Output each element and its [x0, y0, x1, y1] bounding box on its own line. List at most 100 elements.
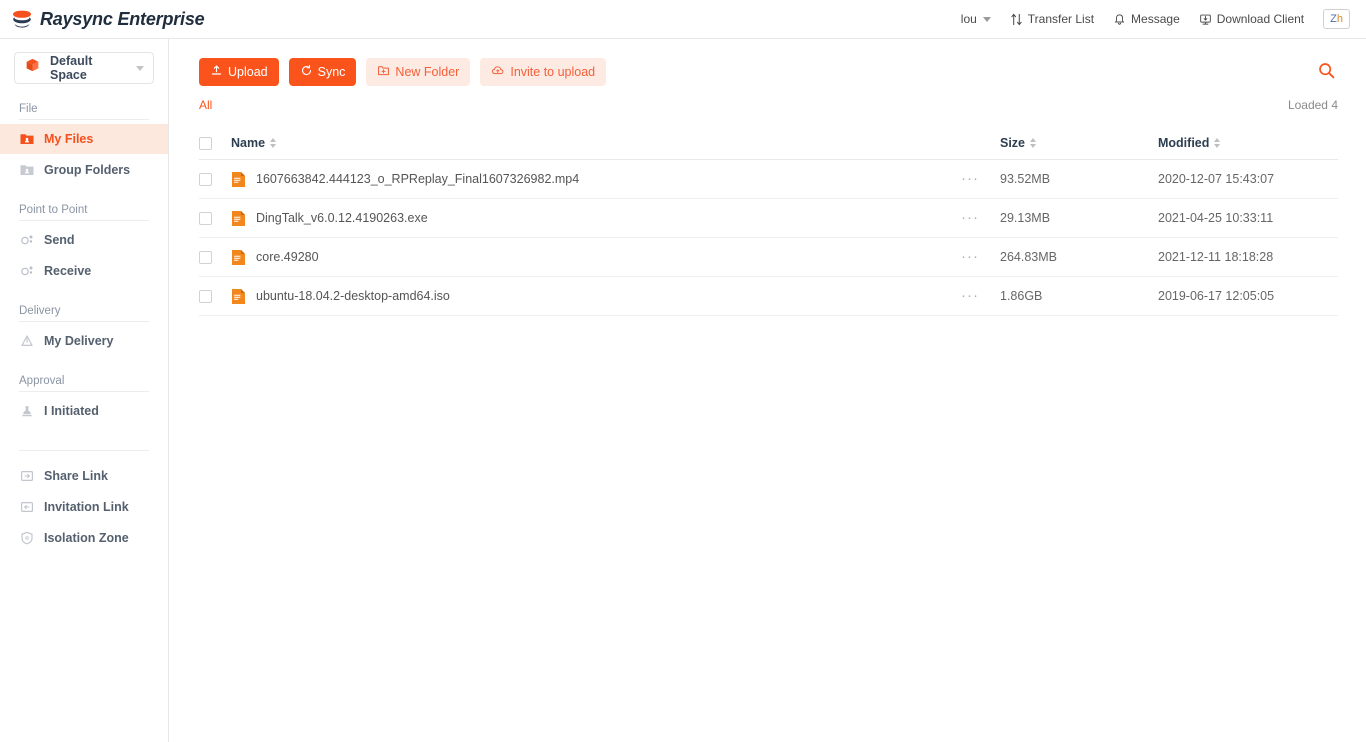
chevron-down-icon	[136, 65, 144, 71]
share-link-icon	[19, 468, 35, 484]
sidebar-item-my-files[interactable]: My Files	[0, 124, 168, 154]
delivery-icon	[19, 333, 35, 349]
file-name[interactable]: ubuntu-18.04.2-desktop-amd64.iso	[256, 289, 450, 303]
breadcrumb-root[interactable]: All	[199, 98, 212, 112]
sidebar-item-label: I Initiated	[44, 404, 99, 418]
loaded-count-label: Loaded 4	[1287, 98, 1338, 112]
row-modified-cell: 2021-12-11 18:18:28	[1158, 248, 1338, 266]
file-name[interactable]: core.49280	[256, 250, 319, 264]
sync-button[interactable]: Sync	[288, 58, 357, 86]
brand: Raysync Enterprise	[10, 7, 205, 31]
file-doc-icon	[231, 210, 246, 227]
main-content: Upload Sync New Folder Invite to upload …	[169, 39, 1366, 742]
file-name[interactable]: 1607663842.444123_o_RPReplay_Final160732…	[256, 172, 579, 186]
message-label: Message	[1131, 12, 1180, 26]
row-more-menu-icon[interactable]: ···	[961, 288, 979, 303]
sidebar-group-rule	[19, 321, 149, 322]
row-modified-cell: 2021-04-25 10:33:11	[1158, 209, 1338, 227]
sidebar: Default Space File My Files Group Folder…	[0, 39, 169, 742]
transfer-list-button[interactable]: Transfer List	[1010, 12, 1094, 26]
file-doc-icon	[231, 249, 246, 266]
sidebar-group-label-delivery: Delivery	[19, 305, 61, 317]
sidebar-item-label: My Files	[44, 132, 94, 146]
column-header-modified[interactable]: Modified	[1158, 136, 1338, 150]
row-actions-cell: ···	[940, 171, 1000, 186]
user-name: lou	[960, 12, 977, 26]
sidebar-item-label: Send	[44, 233, 75, 247]
message-button[interactable]: Message	[1113, 12, 1180, 26]
row-checkbox[interactable]	[199, 172, 212, 186]
new-folder-button[interactable]: New Folder	[366, 58, 471, 86]
send-node-icon	[19, 232, 35, 248]
row-select-cell	[199, 289, 231, 303]
row-checkbox[interactable]	[199, 211, 212, 225]
row-checkbox[interactable]	[199, 289, 212, 303]
table-row[interactable]: 1607663842.444123_o_RPReplay_Final160732…	[199, 160, 1338, 199]
sidebar-item-isolation-zone[interactable]: Isolation Zone	[0, 523, 168, 553]
sort-name-icon[interactable]	[270, 138, 277, 148]
shield-icon	[19, 530, 35, 546]
user-menu[interactable]: lou	[961, 12, 991, 26]
file-toolbar: Upload Sync New Folder Invite to upload	[199, 58, 1338, 86]
sidebar-item-my-delivery[interactable]: My Delivery	[0, 326, 168, 356]
sort-size-icon[interactable]	[1030, 138, 1037, 148]
sidebar-item-label: Isolation Zone	[44, 531, 129, 545]
table-row[interactable]: core.49280 ··· 264.83MB 2021-12-11 18:18…	[199, 238, 1338, 277]
sidebar-item-send[interactable]: Send	[0, 225, 168, 255]
row-modified-cell: 2019-06-17 12:05:05	[1158, 287, 1338, 305]
table-row[interactable]: ubuntu-18.04.2-desktop-amd64.iso ··· 1.8…	[199, 277, 1338, 316]
sidebar-group-rule	[19, 391, 149, 392]
bell-icon	[1113, 13, 1126, 26]
file-name[interactable]: DingTalk_v6.0.12.4190263.exe	[256, 211, 428, 225]
file-size: 29.13MB	[1000, 211, 1051, 225]
upload-icon	[210, 64, 223, 80]
row-checkbox[interactable]	[199, 250, 212, 264]
column-header-name[interactable]: Name	[231, 136, 940, 150]
file-size: 264.83MB	[1000, 250, 1057, 264]
sidebar-item-i-initiated[interactable]: I Initiated	[0, 396, 168, 426]
sidebar-item-invitation-link[interactable]: Invitation Link	[0, 492, 168, 522]
search-button[interactable]	[1314, 60, 1338, 84]
sidebar-item-group-folders[interactable]: Group Folders	[0, 155, 168, 185]
table-row[interactable]: DingTalk_v6.0.12.4190263.exe ··· 29.13MB…	[199, 199, 1338, 238]
sidebar-group-label-file: File	[19, 103, 38, 115]
upload-label: Upload	[228, 65, 268, 79]
row-actions-cell: ···	[940, 210, 1000, 225]
download-client-label: Download Client	[1216, 12, 1305, 26]
sort-modified-icon[interactable]	[1214, 138, 1221, 148]
row-more-menu-icon[interactable]: ···	[961, 210, 979, 225]
row-more-menu-icon[interactable]: ···	[961, 171, 979, 186]
column-header-size[interactable]: Size	[1000, 136, 1158, 150]
file-modified: 2021-12-11 18:18:28	[1158, 250, 1274, 264]
row-name-cell: DingTalk_v6.0.12.4190263.exe	[231, 210, 940, 227]
row-select-cell	[199, 250, 231, 264]
approval-stamp-icon	[19, 403, 35, 419]
row-more-menu-icon[interactable]: ···	[961, 249, 979, 264]
select-all-checkbox[interactable]	[199, 136, 212, 150]
row-size-cell: 264.83MB	[1000, 248, 1158, 266]
sidebar-item-share-link[interactable]: Share Link	[0, 461, 168, 491]
cube-icon	[24, 57, 41, 79]
transfer-list-icon	[1010, 13, 1023, 26]
upload-button[interactable]: Upload	[199, 58, 279, 86]
cloud-upload-icon	[491, 64, 505, 80]
brand-name: Raysync Enterprise	[40, 8, 205, 29]
language-label-first: Z	[1330, 13, 1337, 25]
row-name-cell: ubuntu-18.04.2-desktop-amd64.iso	[231, 288, 940, 305]
row-modified-cell: 2020-12-07 15:43:07	[1158, 170, 1338, 188]
sidebar-item-receive[interactable]: Receive	[0, 256, 168, 286]
new-folder-label: New Folder	[395, 65, 460, 79]
sync-icon	[300, 64, 313, 80]
column-header-size-label: Size	[1000, 136, 1026, 150]
invite-to-upload-button[interactable]: Invite to upload	[480, 58, 607, 86]
invite-to-upload-label: Invite to upload	[510, 65, 596, 79]
space-name: Default Space	[50, 54, 93, 82]
header-actions: lou Transfer List Message Download Clien…	[961, 9, 1350, 29]
invitation-link-icon	[19, 499, 35, 515]
sidebar-group-label-point-to-point: Point to Point	[19, 204, 88, 216]
breadcrumb: All Loaded 4	[199, 95, 1338, 115]
space-selector[interactable]: Default Space	[14, 52, 154, 84]
download-client-button[interactable]: Download Client	[1199, 12, 1304, 26]
chevron-down-icon	[982, 16, 991, 22]
language-toggle-button[interactable]: Zh	[1323, 9, 1350, 29]
